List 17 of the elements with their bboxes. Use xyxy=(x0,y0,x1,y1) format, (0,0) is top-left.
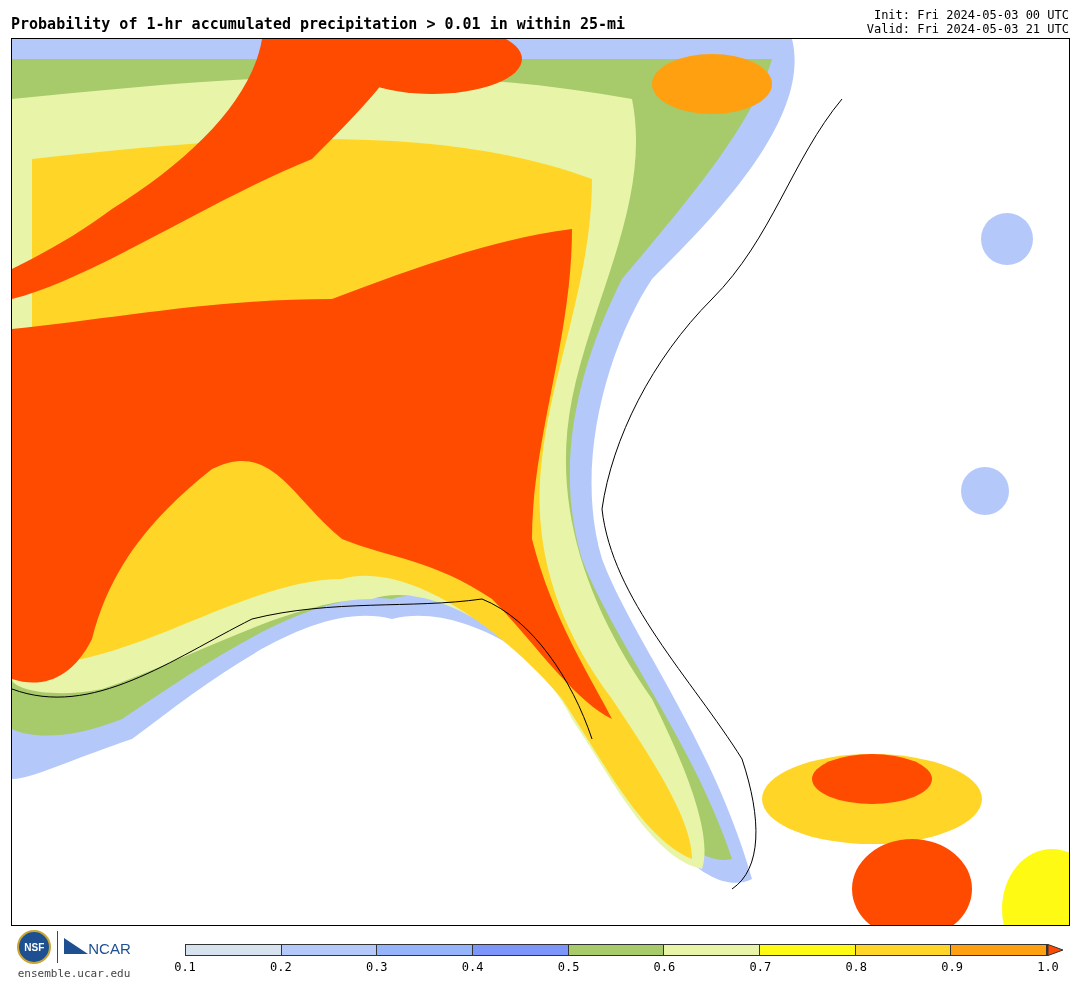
chart-title: Probability of 1-hr accumulated precipitation > 0.01 in within 25-mi xyxy=(11,17,626,35)
colorbar-label: 0.8 xyxy=(845,959,868,976)
nsf-logo: NSF xyxy=(17,930,52,964)
colorbar-label: 0.7 xyxy=(749,959,772,976)
website-url: ensemble.ucar.edu xyxy=(17,966,131,982)
colorbar-label: 0.9 xyxy=(941,959,963,976)
colorbar-label: 0.1 xyxy=(174,959,196,976)
ncar-logo: NCAR xyxy=(88,938,131,959)
colorbar-label: 0.5 xyxy=(557,959,580,976)
colorbar-label: 0.6 xyxy=(653,959,676,976)
colorbar-label: 0.4 xyxy=(461,959,484,976)
wing-icon xyxy=(64,938,89,956)
valid-time: Valid: Fri 2024-05-03 21 UTC xyxy=(866,22,1069,36)
init-time: Init: Fri 2024-05-03 00 UTC xyxy=(873,8,1069,22)
colorbar-label: 0.3 xyxy=(365,959,388,976)
colorbar-label: 0.2 xyxy=(270,959,292,976)
colorbar-label: 1.0 xyxy=(1037,959,1059,976)
